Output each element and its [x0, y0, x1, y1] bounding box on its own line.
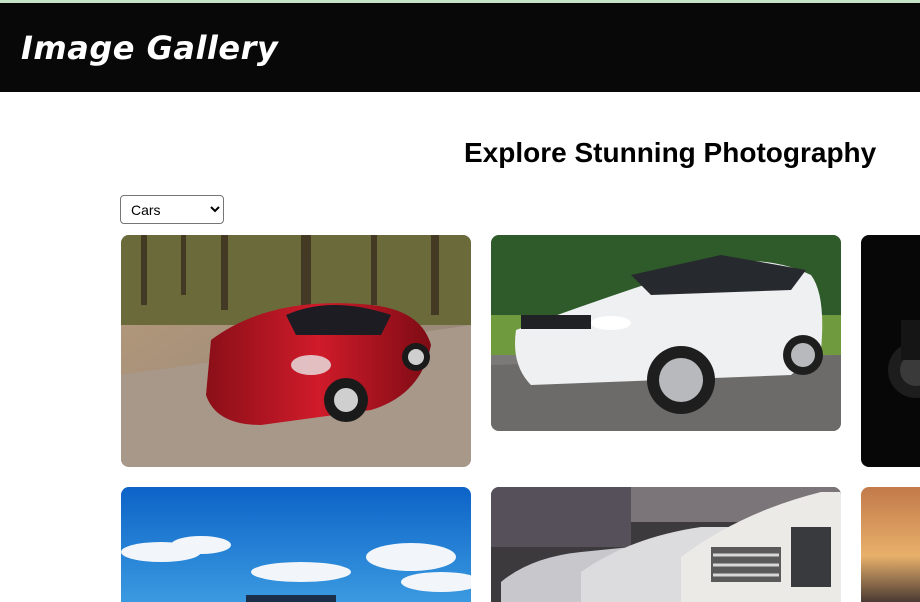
- gallery-image-blue-sky-car[interactable]: [121, 487, 471, 602]
- gallery-image-dark-car[interactable]: [861, 235, 920, 467]
- gallery-image-sunset[interactable]: [861, 487, 920, 602]
- header-bar: Image Gallery: [0, 3, 920, 92]
- gallery-image-silver-cars-row[interactable]: [491, 487, 841, 602]
- category-select[interactable]: Cars: [120, 195, 224, 224]
- page-heading: Explore Stunning Photography: [464, 137, 877, 168]
- gallery-image-white-suv[interactable]: [491, 235, 841, 431]
- app-title: Image Gallery: [21, 29, 279, 67]
- gallery-image-red-sports-car[interactable]: [121, 235, 471, 467]
